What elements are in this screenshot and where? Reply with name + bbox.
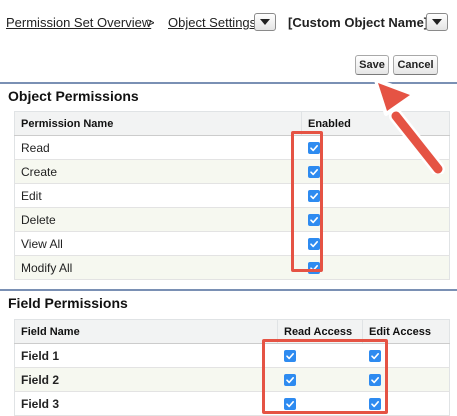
breadcrumb-current-object: [Custom Object Name] (288, 15, 429, 30)
cancel-button[interactable]: Cancel (393, 55, 438, 75)
permission-name-cell: Create (14, 159, 302, 184)
field-name-column-header: Field Name (14, 319, 278, 344)
permission-name-column-header: Permission Name (14, 111, 302, 136)
enabled-cell (301, 255, 450, 280)
object-permissions-title: Object Permissions (8, 88, 139, 104)
enabled-cell (301, 231, 450, 256)
field-name-cell: Field 3 (14, 391, 278, 416)
permission-name-cell: Modify All (14, 255, 302, 280)
save-button[interactable]: Save (355, 55, 389, 75)
object-permission-row: Delete (14, 207, 450, 232)
field-name-cell: Field 2 (14, 367, 278, 392)
breadcrumb-object-settings-link[interactable]: Object Settings (168, 15, 256, 30)
enabled-column-highlight (291, 131, 323, 272)
field-access-highlight (262, 339, 388, 414)
permission-name-cell: Edit (14, 183, 302, 208)
dropdown-arrow-icon (432, 19, 442, 25)
annotation-arrow-icon (374, 78, 445, 174)
permission-name-cell: View All (14, 231, 302, 256)
permission-name-cell: Read (14, 135, 302, 160)
enabled-cell (301, 207, 450, 232)
object-settings-dropdown-button[interactable] (254, 13, 276, 31)
object-permission-row: View All (14, 231, 450, 256)
field-permissions-divider (0, 289, 457, 291)
breadcrumb-permission-set-overview-link[interactable]: Permission Set Overview (6, 15, 151, 30)
field-name-cell: Field 1 (14, 343, 278, 368)
custom-object-dropdown-button[interactable] (426, 13, 448, 31)
breadcrumb: Permission Set Overview > Object Setting… (6, 13, 456, 33)
field-permissions-title: Field Permissions (8, 295, 128, 311)
object-permission-row: Modify All (14, 255, 450, 280)
object-permission-row: Edit (14, 183, 450, 208)
enabled-cell (301, 183, 450, 208)
permission-name-cell: Delete (14, 207, 302, 232)
breadcrumb-separator: > (147, 15, 155, 30)
dropdown-arrow-icon (260, 19, 270, 25)
